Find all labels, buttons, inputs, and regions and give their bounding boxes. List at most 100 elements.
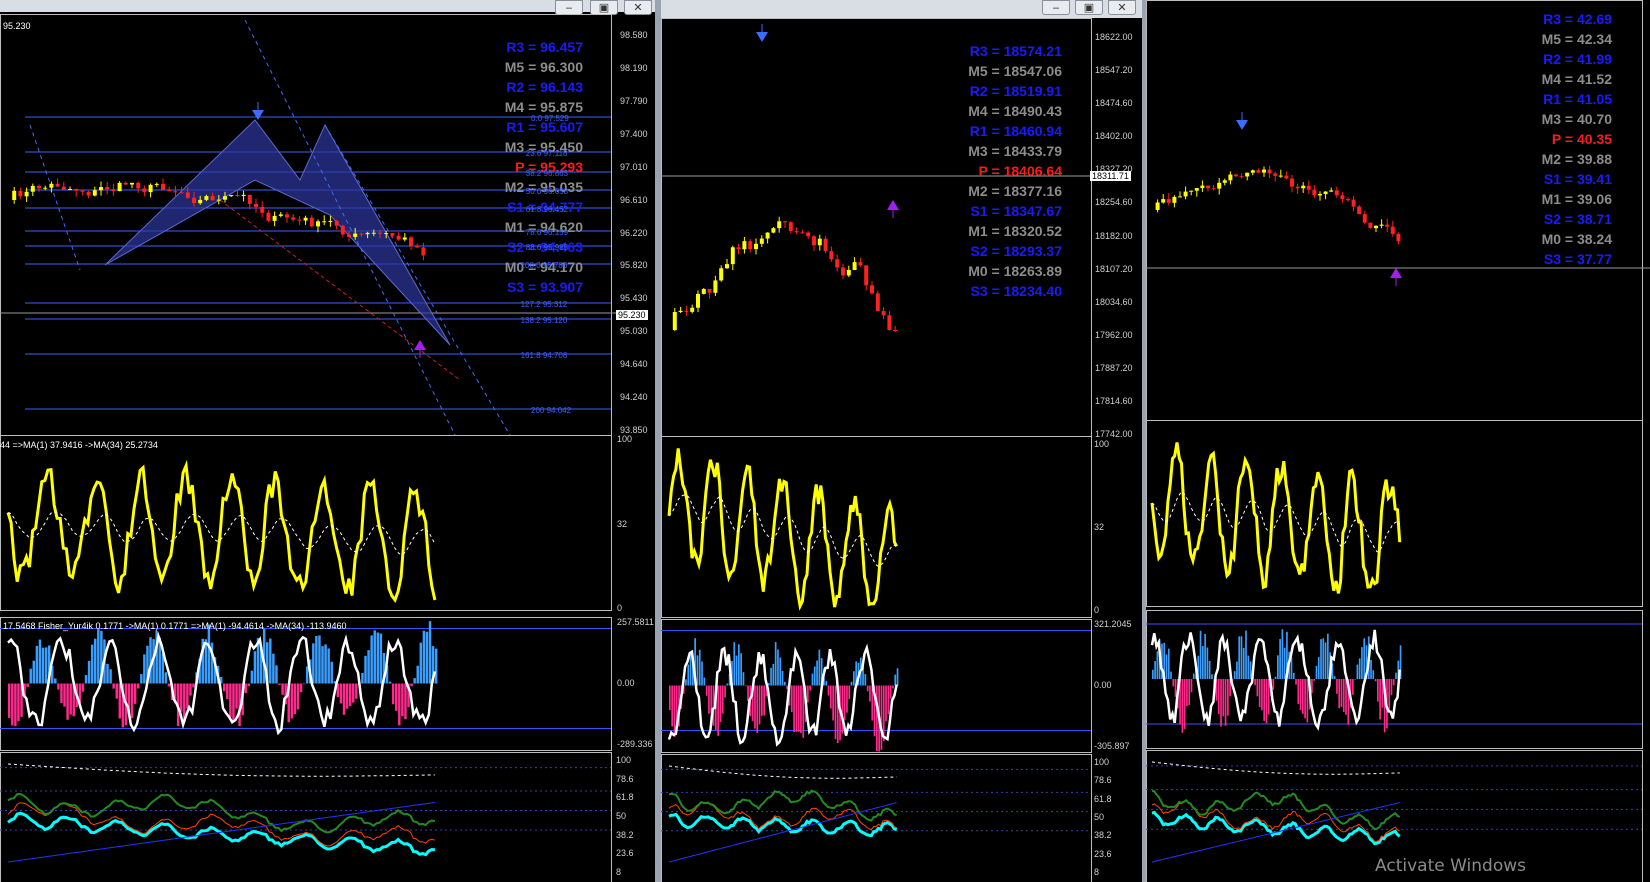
- fisher-bar: [777, 649, 779, 686]
- candle-body: [49, 183, 54, 188]
- fisher-bar: [339, 683, 343, 704]
- candle-body: [303, 217, 308, 221]
- candle-body: [204, 196, 209, 200]
- fisher-bar: [235, 683, 238, 709]
- fisher-bar: [1292, 672, 1295, 679]
- fisher-bar: [29, 668, 32, 684]
- candle-body: [117, 182, 122, 192]
- fisher-bar: [1395, 672, 1397, 679]
- fisher-bar: [69, 683, 72, 715]
- candle-body: [192, 197, 196, 204]
- candle-body: [777, 221, 782, 229]
- fisher-bar: [275, 665, 278, 684]
- fisher-bar: [1242, 647, 1245, 679]
- candle-body: [759, 238, 764, 244]
- fisher-bar: [94, 638, 97, 684]
- fisher-bar: [866, 685, 869, 692]
- pivot-level-label: R3 = 96.457: [506, 39, 583, 55]
- fisher-bar: [1315, 665, 1318, 679]
- fisher-bar: [1336, 679, 1338, 694]
- candle-body: [1301, 185, 1306, 189]
- stoch-trend-line: [7, 801, 435, 863]
- candle-body: [875, 293, 880, 312]
- fisher-bar: [57, 683, 60, 690]
- candle-body: [353, 233, 358, 237]
- candle-body: [841, 267, 845, 276]
- candle-body: [1284, 175, 1289, 179]
- candle-body: [1262, 169, 1266, 173]
- fisher-bar: [115, 683, 118, 699]
- fisher-bar: [299, 683, 303, 693]
- fib-level-label: 138.2 95.120: [520, 316, 568, 325]
- fisher-bar: [885, 685, 887, 722]
- fisher-bar: [130, 683, 134, 719]
- axis-tick-label: 32: [1094, 522, 1105, 532]
- fisher-label: 17.5468 Fisher_Yur4ik 0.1771 ->MA(1) 0.1…: [3, 621, 347, 631]
- fisher-bar: [696, 655, 699, 686]
- candle-body: [359, 233, 364, 235]
- fisher-bar: [779, 657, 782, 686]
- price-chart-2[interactable]: [661, 0, 1142, 882]
- fisher-bar: [1302, 679, 1304, 714]
- fisher-bar: [894, 674, 897, 686]
- candle-body: [1385, 224, 1390, 227]
- axis-tick-label: 23.6: [1094, 848, 1112, 859]
- stoch-ma-line: [7, 763, 435, 777]
- axis-tick-label: 0: [1094, 605, 1100, 615]
- candle-body: [179, 192, 184, 194]
- fisher-bar: [756, 685, 759, 733]
- axis-tick-label: 100: [617, 434, 633, 444]
- candle-body: [291, 217, 296, 220]
- fisher-bar: [367, 650, 370, 684]
- fisher-bar: [1370, 659, 1372, 679]
- fisher-bar: [32, 660, 36, 684]
- axis-tick-label: 8: [1094, 867, 1100, 877]
- candle-body: [1222, 180, 1227, 183]
- fisher-bar: [825, 681, 828, 686]
- candle-body: [30, 185, 35, 192]
- axis-tick-label: 38.2: [616, 829, 634, 840]
- candle-body: [806, 232, 811, 237]
- fisher-bar: [345, 683, 349, 709]
- fisher-bar: [1311, 679, 1313, 693]
- fisher-bar: [305, 666, 309, 684]
- fisher-bar: [26, 683, 29, 687]
- fisher-bar: [1377, 679, 1379, 702]
- candle-body: [1228, 174, 1233, 181]
- candle-body: [241, 194, 246, 197]
- fisher-bar: [1254, 679, 1256, 686]
- candle-body: [378, 232, 382, 234]
- candle-body: [1250, 170, 1255, 173]
- chart-window-3[interactable]: R3 = 42.69 M5 = 42.34 R2 = 41.99 M4 = 41.52…: [1146, 0, 1650, 882]
- fisher-bar: [841, 685, 844, 734]
- fisher-bar: [272, 653, 275, 684]
- candle-body: [1200, 185, 1205, 189]
- candle-body: [1351, 199, 1356, 207]
- axis-tick-label: 32: [617, 518, 628, 529]
- candle-body: [1306, 185, 1311, 190]
- fisher-bar: [726, 683, 729, 686]
- candle-body: [1329, 190, 1334, 192]
- fisher-bar: [869, 685, 871, 702]
- chart-window-2[interactable]: ‒ ▣ ✕ R3 = 18574.21 M5 = 18547.06 R2 = 185…: [661, 0, 1142, 882]
- current-price-tag: 95.230: [616, 310, 648, 320]
- candle-body: [742, 241, 747, 250]
- axis-tick-label: -305.897: [1094, 741, 1130, 751]
- axis-tick-label: 100: [616, 755, 632, 765]
- chart-window-1[interactable]: ‒ ▣ ✕ 95.230 R3 = 96.457 M5 = 96.300 R2 = …: [0, 0, 655, 882]
- axis-tick-label: 18547.20: [1095, 65, 1133, 76]
- fisher-bar: [207, 624, 211, 684]
- fisher-bar: [1156, 651, 1159, 679]
- fisher-bar: [813, 666, 816, 686]
- pivot-level-label: R3 = 42.69: [1543, 11, 1612, 27]
- axis-tick-label: 257.5811: [617, 617, 654, 627]
- channel-line: [244, 19, 456, 436]
- fisher-bar: [758, 685, 761, 725]
- axis-tick-label: 78.6: [616, 773, 634, 784]
- fisher-bar: [761, 685, 763, 716]
- fisher-bar: [278, 683, 281, 686]
- fisher-bar: [361, 672, 364, 684]
- candle-body: [1155, 202, 1160, 210]
- fisher-bar: [811, 673, 814, 686]
- candle-body: [1234, 174, 1238, 177]
